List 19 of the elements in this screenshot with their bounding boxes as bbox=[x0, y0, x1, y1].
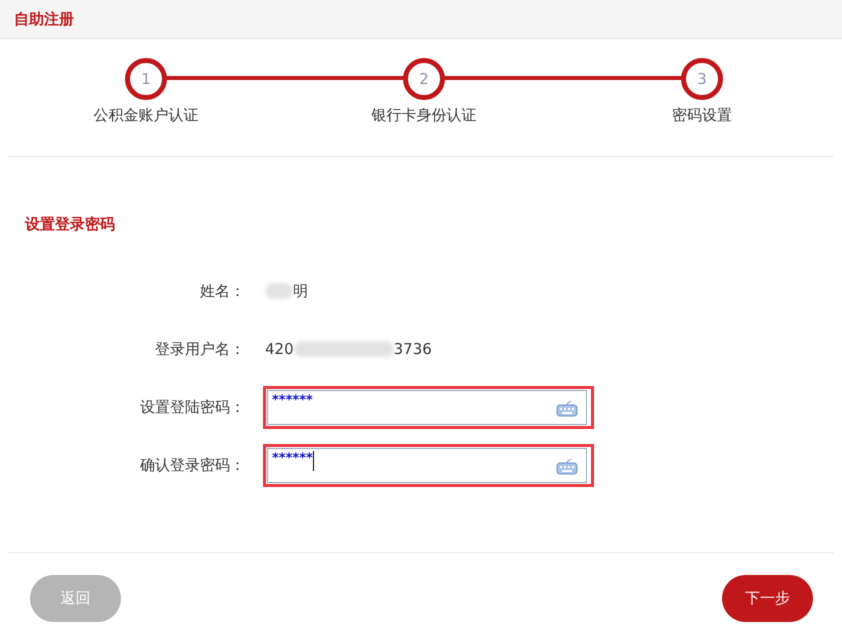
keyboard-icon[interactable] bbox=[556, 458, 578, 474]
keyboard-icon[interactable] bbox=[556, 400, 578, 416]
field-label: 设置登陆密码： bbox=[139, 398, 245, 416]
step-label: 银行卡身份认证 bbox=[372, 106, 476, 125]
step-number: 2 bbox=[403, 58, 445, 100]
section-title: 设置登录密码 bbox=[25, 215, 116, 234]
step-label: 密码设置 bbox=[672, 106, 732, 125]
password-field[interactable]: ****** bbox=[267, 390, 587, 424]
field-value: 明 bbox=[265, 282, 308, 300]
page-title: 自助注册 bbox=[14, 10, 74, 28]
step-label: 公积金账户认证 bbox=[94, 106, 198, 125]
field-label: 确认登录密码： bbox=[139, 456, 245, 474]
step-number: 3 bbox=[681, 58, 723, 100]
field-label: 登录用户名： bbox=[154, 340, 245, 358]
field-label: 姓名： bbox=[199, 282, 245, 300]
password-field[interactable]: ****** bbox=[267, 448, 587, 482]
field-value: 420 3736 bbox=[265, 340, 432, 358]
step-number: 1 bbox=[125, 58, 167, 100]
next-button[interactable]: 下一步 bbox=[722, 575, 813, 622]
